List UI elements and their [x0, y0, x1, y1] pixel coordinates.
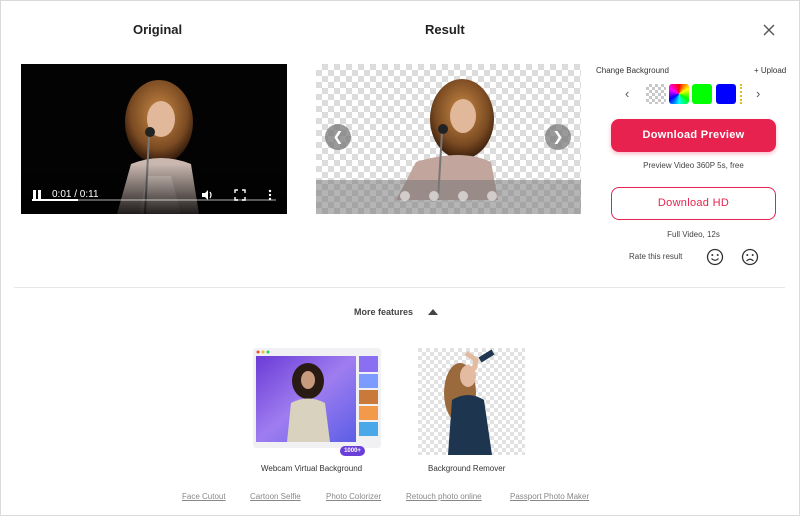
link-retouch-photo-online[interactable]: Retouch photo online [406, 492, 482, 501]
link-face-cutout[interactable]: Face Cutout [182, 492, 226, 501]
webcam-virtual-background-card[interactable] [253, 348, 381, 448]
video-progress[interactable] [32, 199, 276, 201]
link-passport-photo-maker[interactable]: Passport Photo Maker [510, 492, 589, 501]
upload-link[interactable]: + Upload [754, 66, 786, 75]
chevron-left-icon[interactable]: ❮ [325, 124, 351, 150]
background-remover-card[interactable] [418, 348, 525, 455]
change-background-label: Change Background [596, 66, 669, 75]
background-remover-label[interactable]: Background Remover [428, 464, 505, 473]
original-title: Original [133, 22, 183, 37]
webcam-preview-image [256, 350, 378, 442]
result-preview: ❮ ❯ [316, 64, 581, 214]
original-video-player[interactable]: 0:01 / 0:11 [21, 64, 287, 214]
slide-dot[interactable] [400, 191, 410, 201]
result-title: Result [425, 22, 465, 37]
more-features-toggle[interactable]: More features [354, 307, 413, 317]
section-divider [14, 287, 785, 288]
swatch-blue[interactable] [716, 84, 736, 104]
swatch-green[interactable] [692, 84, 712, 104]
video-progress-fill [32, 199, 79, 201]
slide-dot[interactable] [458, 191, 468, 201]
download-preview-button[interactable]: Download Preview [611, 119, 776, 152]
smile-icon[interactable] [706, 248, 724, 266]
swatch-overflow [740, 84, 742, 104]
download-hd-button[interactable]: Download HD [611, 187, 776, 220]
background-remover-image [418, 348, 525, 455]
result-footer-band [316, 180, 581, 214]
frown-icon[interactable] [741, 248, 759, 266]
preview-note: Preview Video 360P 5s, free [643, 161, 744, 170]
slide-dot[interactable] [487, 191, 497, 201]
link-photo-colorizer[interactable]: Photo Colorizer [326, 492, 381, 501]
close-icon[interactable] [761, 22, 777, 38]
count-badge: 1000+ [340, 446, 365, 456]
chevron-right-icon[interactable]: ❯ [545, 124, 571, 150]
webcam-virtual-background-label[interactable]: Webcam Virtual Background [261, 464, 362, 473]
swatch-rainbow[interactable] [669, 84, 689, 104]
slide-dot[interactable] [429, 191, 439, 201]
chevron-left-icon[interactable]: ‹ [625, 86, 629, 101]
caret-up-icon[interactable] [428, 309, 438, 315]
swatch-transparent[interactable] [646, 84, 666, 104]
rate-label: Rate this result [629, 252, 683, 261]
chevron-right-icon[interactable]: › [756, 86, 760, 101]
hd-note: Full Video, 12s [667, 230, 720, 239]
link-cartoon-selfie[interactable]: Cartoon Selfie [250, 492, 301, 501]
